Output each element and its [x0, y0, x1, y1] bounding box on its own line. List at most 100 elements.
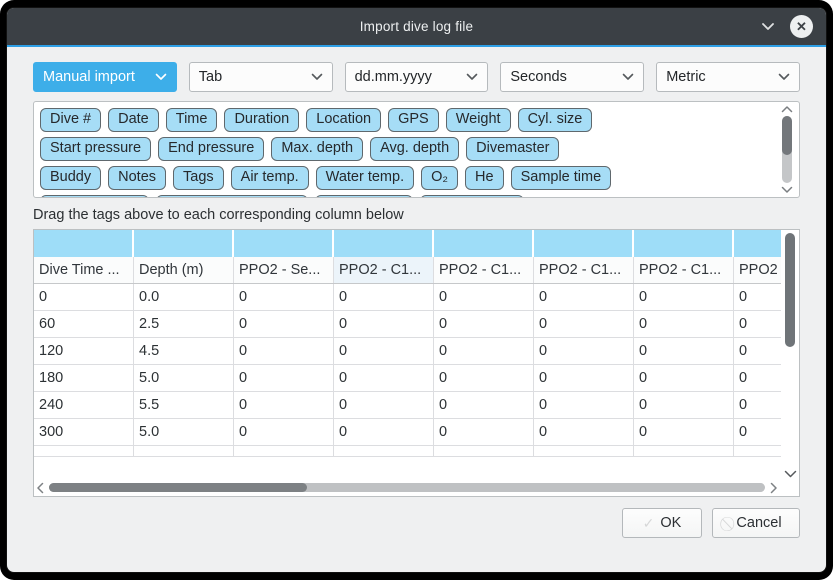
field-separator-value: Tab — [199, 69, 222, 85]
header-row: Dive Time ...Depth (m)PPO2 - Se...PPO2 -… — [34, 257, 781, 284]
table-cell: 5.0 — [134, 365, 234, 391]
tag-sample-cns[interactable]: Sample CNS — [420, 195, 524, 198]
source-format-select[interactable]: Manual import — [33, 62, 177, 92]
tag-row: Sample depth Sample temperature Sample pO₂… — [40, 195, 773, 198]
table-cell: 0 — [734, 284, 781, 310]
table-cell — [34, 446, 134, 456]
table-cell: 0 — [634, 338, 734, 364]
horizontal-scrollbar-thumb[interactable] — [49, 483, 307, 492]
table-cell: 120 — [34, 338, 134, 364]
table-cell — [734, 446, 781, 456]
drop-zone-cell[interactable] — [134, 230, 234, 257]
scroll-down-icon[interactable] — [781, 186, 793, 193]
window-title: Import dive log file — [360, 19, 474, 34]
tag-start-pressure[interactable]: Start pressure — [40, 137, 151, 161]
dialog-content: Manual import Tab dd.mm.yyyy Seconds Met… — [7, 47, 826, 538]
table-cell — [534, 446, 634, 456]
table-cell: 0 — [534, 338, 634, 364]
table-cell: 0 — [234, 419, 334, 445]
close-icon: ✕ — [796, 20, 807, 33]
table-cell: 0 — [334, 311, 434, 337]
drop-zone-cell[interactable] — [534, 230, 634, 257]
ok-button[interactable]: ✓ OK — [622, 508, 702, 538]
tag-sample-po[interactable]: Sample pO₂ — [315, 195, 413, 198]
time-format-select[interactable]: Seconds — [500, 62, 644, 92]
table-cell: 180 — [34, 365, 134, 391]
tag-dive[interactable]: Dive # — [40, 108, 101, 132]
tag-location[interactable]: Location — [306, 108, 381, 132]
table-cell: 0 — [634, 365, 734, 391]
units-select[interactable]: Metric — [656, 62, 800, 92]
table-cell: 0 — [434, 338, 534, 364]
tag-air-temp[interactable]: Air temp. — [231, 166, 309, 190]
instruction-text: Drag the tags above to each correspondin… — [33, 207, 800, 223]
table-cell — [434, 446, 534, 456]
column-header: Depth (m) — [134, 257, 234, 283]
scroll-right-icon[interactable] — [770, 482, 777, 494]
tag-avg-depth[interactable]: Avg. depth — [370, 137, 459, 161]
table-cell: 0 — [534, 311, 634, 337]
ok-button-label: OK — [660, 515, 681, 531]
tag-duration[interactable]: Duration — [224, 108, 299, 132]
table-cell: 0 — [334, 365, 434, 391]
tag-notes[interactable]: Notes — [108, 166, 166, 190]
drop-zone-cell[interactable] — [634, 230, 734, 257]
scroll-left-icon[interactable] — [37, 482, 44, 494]
drop-zone-cell[interactable] — [434, 230, 534, 257]
column-header: PPO2 - Se... — [234, 257, 334, 283]
table-cell: 0 — [434, 311, 534, 337]
close-button[interactable]: ✕ — [790, 15, 813, 38]
tag-date[interactable]: Date — [108, 108, 159, 132]
horizontal-scrollbar[interactable] — [37, 481, 777, 494]
cancel-button-label: Cancel — [736, 515, 781, 531]
field-separator-select[interactable]: Tab — [189, 62, 333, 92]
table-cell: 0 — [634, 392, 734, 418]
tag-tags[interactable]: Tags — [173, 166, 224, 190]
drop-zone-cell[interactable] — [734, 230, 781, 257]
scroll-up-icon[interactable] — [781, 106, 793, 113]
vertical-scrollbar-thumb[interactable] — [785, 233, 795, 347]
tag-o[interactable]: O₂ — [421, 166, 458, 190]
table-cell: 0 — [234, 365, 334, 391]
table-cell — [334, 446, 434, 456]
table-cell: 0 — [734, 392, 781, 418]
table-row: 1805.0000000 — [34, 365, 781, 392]
vertical-scrollbar[interactable] — [782, 231, 798, 478]
tag-sample-depth[interactable]: Sample depth — [40, 195, 149, 198]
table-row: 1204.5000000 — [34, 338, 781, 365]
date-format-select[interactable]: dd.mm.yyyy — [345, 62, 489, 92]
drop-zone-cell[interactable] — [334, 230, 434, 257]
tags-scrollbar-thumb[interactable] — [782, 116, 792, 155]
tag-water-temp[interactable]: Water temp. — [316, 166, 414, 190]
table-cell: 0 — [634, 311, 734, 337]
tag-divemaster[interactable]: Divemaster — [466, 137, 559, 161]
table-cell: 2.5 — [134, 311, 234, 337]
tag-cyl-size[interactable]: Cyl. size — [518, 108, 593, 132]
import-dialog-window: Import dive log file ✕ Manual import Tab… — [7, 8, 826, 572]
table-cell: 0 — [234, 338, 334, 364]
horizontal-scrollbar-track[interactable] — [49, 483, 765, 492]
tag-end-pressure[interactable]: End pressure — [158, 137, 264, 161]
tag-row: Dive # Date TimeDuration Location GPS Weight C… — [40, 108, 773, 132]
tag-he[interactable]: He — [465, 166, 504, 190]
tags-scrollbar[interactable] — [779, 106, 795, 193]
cancel-button[interactable]: ⃠ Cancel — [712, 508, 800, 538]
tag-weight[interactable]: Weight — [446, 108, 511, 132]
drop-zone-row — [34, 230, 781, 257]
drop-zone-cell[interactable] — [34, 230, 134, 257]
tag-sample-time[interactable]: Sample time — [511, 166, 612, 190]
table-cell: 0 — [734, 419, 781, 445]
table-cell: 60 — [34, 311, 134, 337]
titlebar[interactable]: Import dive log file ✕ — [7, 8, 826, 45]
tag-max-depth[interactable]: Max. depth — [271, 137, 363, 161]
shade-button[interactable] — [761, 22, 775, 31]
date-format-value: dd.mm.yyyy — [355, 69, 432, 85]
tag-sample-temperature[interactable]: Sample temperature — [156, 195, 307, 198]
tag-time[interactable]: Time — [166, 108, 218, 132]
tag-gps[interactable]: GPS — [388, 108, 439, 132]
table-cell: 0 — [734, 365, 781, 391]
drop-zone-cell[interactable] — [234, 230, 334, 257]
tags-scrollbar-track[interactable] — [782, 116, 792, 183]
scroll-down-icon[interactable] — [784, 470, 797, 478]
tag-buddy[interactable]: Buddy — [40, 166, 101, 190]
